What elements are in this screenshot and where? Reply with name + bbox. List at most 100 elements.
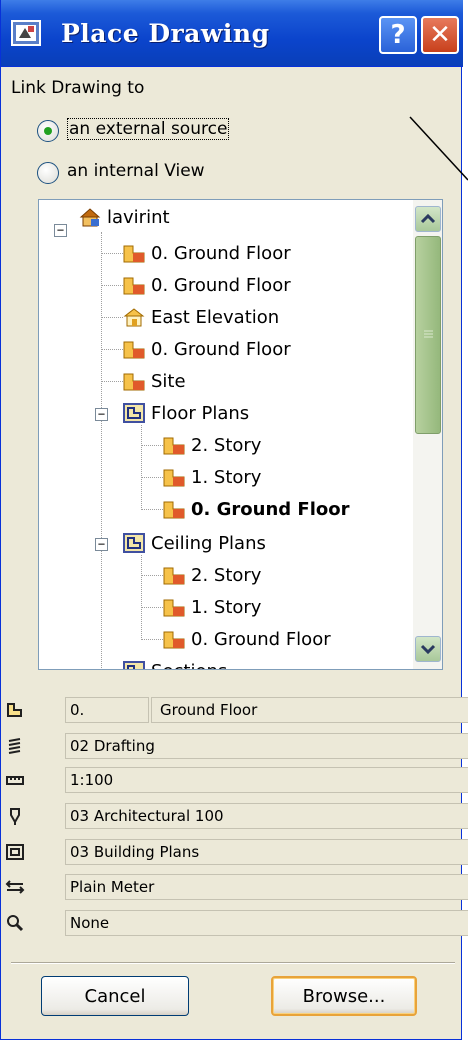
tree-scrollbar[interactable] xyxy=(413,200,442,669)
tree-line xyxy=(101,285,123,286)
scale-field: 1:100 xyxy=(65,767,468,793)
close-icon: ✕ xyxy=(429,20,451,50)
tree-line xyxy=(141,607,163,608)
help-label: ? xyxy=(390,20,406,50)
model-view-field: 03 Building Plans xyxy=(65,839,468,865)
help-button[interactable]: ? xyxy=(379,16,417,54)
divider xyxy=(11,962,455,964)
collapse-root-toggle[interactable]: − xyxy=(54,224,67,237)
floor-plan-icon xyxy=(123,277,145,295)
tree-line xyxy=(101,317,123,318)
drawing-name-field: Ground Floor xyxy=(151,697,468,723)
external-source-radio[interactable] xyxy=(37,120,59,142)
tree-item[interactable]: 1. Story xyxy=(163,592,261,622)
collapse-floor-plans-toggle[interactable]: − xyxy=(95,408,108,421)
grip-icon xyxy=(424,330,433,338)
tree-line xyxy=(141,639,163,640)
scroll-down-button[interactable] xyxy=(415,636,441,662)
tree-item-current[interactable]: 0. Ground Floor xyxy=(163,494,350,524)
internal-view-label[interactable]: an internal View xyxy=(67,161,205,181)
floor-plan-icon xyxy=(163,599,185,617)
dimension-field: Plain Meter xyxy=(65,874,468,900)
scroll-thumb[interactable] xyxy=(415,236,441,434)
tree-line xyxy=(141,445,163,446)
tree-line xyxy=(141,509,163,510)
floor-plan-icon xyxy=(163,631,185,649)
tree-item[interactable]: 2. Story xyxy=(163,430,261,460)
view-tree[interactable]: − lavirint 0. Ground Floor 0. Ground Flo… xyxy=(38,199,443,670)
cancel-button[interactable]: Cancel xyxy=(41,976,189,1016)
external-source-label[interactable]: an external source xyxy=(67,118,230,140)
tree-line xyxy=(101,232,102,669)
tree-item-label: 0. Ground Floor xyxy=(151,274,291,296)
tree-folder-ceiling-plans[interactable]: Ceiling Plans xyxy=(123,528,266,558)
scale-ruler-icon xyxy=(6,776,24,785)
tree-root[interactable]: lavirint xyxy=(79,202,170,232)
tree-item-label: Sections xyxy=(151,661,227,670)
tree-folder-floor-plans[interactable]: Floor Plans xyxy=(123,398,249,428)
tree-line xyxy=(141,575,163,576)
title-bar[interactable]: Place Drawing ? ✕ xyxy=(1,0,463,67)
place-drawing-app-icon xyxy=(11,20,41,46)
tree-item[interactable]: 1. Story xyxy=(163,462,261,492)
elevation-icon xyxy=(123,308,145,327)
browse-button-label: Browse... xyxy=(302,985,386,1007)
link-drawing-to-label: Link Drawing to xyxy=(11,78,145,98)
tree-line xyxy=(101,349,123,350)
magnifier-icon xyxy=(7,915,24,932)
layer-combination-field: 02 Drafting xyxy=(65,733,468,759)
tree-item[interactable]: 0. Ground Floor xyxy=(123,238,291,268)
tree-item[interactable]: 0. Ground Floor xyxy=(163,624,331,654)
tree-item[interactable]: East Elevation xyxy=(123,302,279,332)
tree-item[interactable]: Site xyxy=(123,366,186,396)
chevron-up-icon xyxy=(420,213,436,224)
internal-view-radio[interactable] xyxy=(37,162,59,184)
floor-plan-icon xyxy=(163,469,185,487)
tree-item[interactable]: 0. Ground Floor xyxy=(123,334,291,364)
tree-item[interactable]: 2. Story xyxy=(163,560,261,590)
pen-set-field: 03 Architectural 100 xyxy=(65,803,468,829)
floor-plan-icon xyxy=(163,437,185,455)
tree-item-label: 2. Story xyxy=(191,564,262,586)
layers-icon xyxy=(8,738,21,754)
tree-item-label: 1. Story xyxy=(191,596,262,618)
model-view-icon xyxy=(6,844,24,860)
tree-folder-sections[interactable]: Sections xyxy=(123,656,227,670)
zoom-field: None xyxy=(65,910,468,936)
radio-selected-dot xyxy=(44,127,52,135)
floor-plan-icon xyxy=(123,373,145,391)
tree-line xyxy=(141,555,142,638)
tree-item-label: 0. Ground Floor xyxy=(151,338,291,360)
tree-item-label: 0. Ground Floor xyxy=(151,242,291,264)
tree-item[interactable]: 0. Ground Floor xyxy=(123,270,291,300)
tree-item-label: 0. Ground Floor xyxy=(191,628,331,650)
tree-item-label: Site xyxy=(151,370,186,392)
close-button[interactable]: ✕ xyxy=(421,16,459,54)
tree-item-label: East Elevation xyxy=(151,306,280,328)
floor-plan-icon xyxy=(123,245,145,263)
tree-line xyxy=(101,381,123,382)
chevron-down-icon xyxy=(420,644,436,655)
dimension-icon xyxy=(5,880,25,894)
tree-item-label: 2. Story xyxy=(191,434,262,456)
tree-item-label: Ceiling Plans xyxy=(151,532,266,554)
browse-button[interactable]: Browse... xyxy=(271,976,417,1016)
tree-item-label: Floor Plans xyxy=(151,402,250,424)
plan-id-icon xyxy=(7,703,22,717)
collapse-ceiling-plans-toggle[interactable]: − xyxy=(95,538,108,551)
floor-plan-icon xyxy=(163,501,185,519)
tree-item-label: 0. Ground Floor xyxy=(191,498,350,520)
tree-line xyxy=(101,253,123,254)
place-drawing-dialog: Place Drawing ? ✕ Link Drawing to an ext… xyxy=(0,0,468,1040)
tree-line xyxy=(141,425,142,508)
window-title: Place Drawing xyxy=(61,19,270,48)
project-icon xyxy=(79,208,101,227)
scroll-up-button[interactable] xyxy=(415,206,441,232)
pen-icon xyxy=(10,808,20,825)
folder-plan-icon xyxy=(123,403,145,423)
tree-root-label: lavirint xyxy=(107,206,170,228)
floor-plan-icon xyxy=(123,341,145,359)
folder-plan-icon xyxy=(123,533,145,553)
tree-line xyxy=(141,477,163,478)
floor-plan-icon xyxy=(163,567,185,585)
